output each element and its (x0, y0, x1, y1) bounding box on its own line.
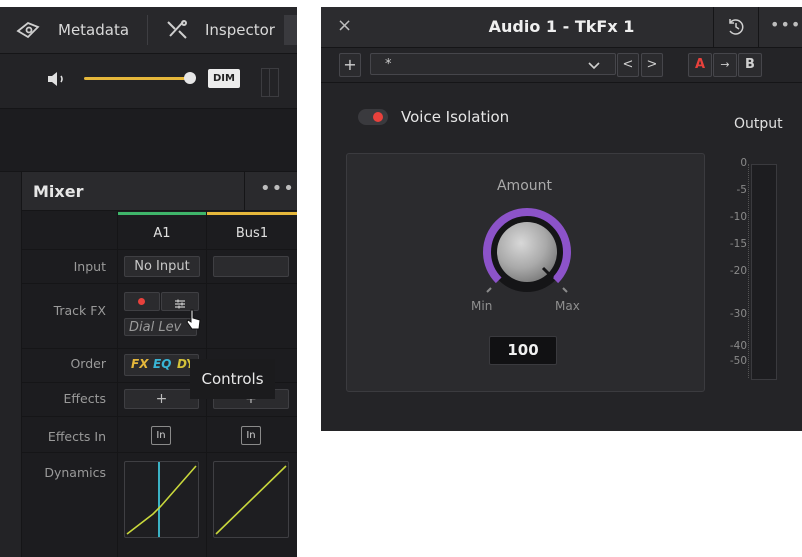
mixer-more-button[interactable]: ••• (260, 178, 295, 199)
preset-toolbar: + * < > A → B (321, 48, 802, 83)
divider (244, 172, 245, 210)
voice-isolation-label: Voice Isolation (401, 108, 510, 126)
divider (758, 7, 759, 47)
effects-in-a1[interactable]: In (151, 426, 171, 445)
amount-label: Amount (496, 178, 552, 194)
next-preset-button[interactable]: > (641, 53, 663, 77)
mini-meter (261, 68, 279, 97)
tab-metadata[interactable]: Metadata (58, 21, 129, 39)
meter-tick-line (748, 164, 751, 378)
fx-active-dot (138, 298, 145, 305)
reset-icon[interactable] (725, 16, 747, 42)
monitor-volume-row: DIM (0, 54, 297, 109)
sliders-icon (173, 295, 187, 314)
dim-button[interactable]: DIM (208, 69, 240, 88)
meter-scale-40: -40 (729, 340, 747, 352)
order-tag-eq: EQ (153, 357, 172, 371)
prev-preset-button[interactable]: < (617, 53, 639, 77)
plugin-more-button[interactable]: ••• (770, 15, 801, 34)
channel-name-bus1: Bus1 (235, 226, 269, 241)
row-label-input: Input (73, 259, 106, 274)
add-effect-a1[interactable]: + (124, 389, 199, 409)
empty-area (0, 109, 297, 172)
divider (713, 7, 714, 47)
meter-scale-20: -20 (729, 265, 747, 277)
meter-scale-10: -10 (729, 211, 747, 223)
mixer-panel: Metadata Inspector DIM Mixer ••• A1 Bus1… (0, 7, 297, 557)
meter-scale-50: -50 (729, 355, 747, 367)
volume-slider-track[interactable] (84, 77, 190, 80)
tab-overflow (284, 15, 297, 45)
mixer-title: Mixer (33, 182, 84, 201)
copy-a-to-b-button[interactable]: → (713, 53, 737, 77)
amount-knob[interactable] (467, 202, 587, 302)
output-label: Output (734, 116, 783, 132)
dynamics-graph-bus1[interactable] (213, 461, 289, 538)
order-tag-fx: FX (131, 357, 149, 371)
row-label-track-fx: Track FX (53, 303, 106, 318)
row-label-order: Order (70, 356, 106, 371)
row-label-effects: Effects (63, 391, 107, 406)
meter-scale-15: -15 (729, 238, 747, 250)
row-label-effects-in: Effects In (47, 429, 106, 444)
row-divider (22, 452, 297, 453)
plugin-title-bar: × Audio 1 - TkFx 1 ••• (321, 7, 802, 48)
order-selector[interactable]: FX EQ DY (124, 354, 199, 376)
volume-slider-knob[interactable] (184, 72, 196, 84)
meter-scale-5: -5 (736, 184, 747, 196)
left-strip (0, 172, 22, 557)
effects-in-bus1[interactable]: In (241, 426, 261, 445)
output-meter (751, 164, 777, 380)
channel-name-a1: A1 (153, 226, 171, 241)
a1-color-bar (118, 212, 206, 215)
mixer-header: Mixer ••• (22, 172, 297, 211)
controls-tooltip: Controls (190, 359, 275, 399)
row-divider (22, 249, 297, 250)
compare-a-button[interactable]: A (688, 53, 712, 77)
chevron-down-icon (587, 54, 601, 84)
row-label-dynamics: Dynamics (44, 465, 106, 480)
metadata-icon[interactable] (14, 19, 42, 45)
meter-scale-0: 0 (740, 157, 747, 169)
knob-max-label: Max (555, 299, 580, 313)
bus1-color-bar (207, 212, 297, 215)
cursor-icon (186, 308, 202, 336)
meter-scale-30: -30 (729, 308, 747, 320)
plugin-window: × Audio 1 - TkFx 1 ••• + * < > A → B Voi… (321, 7, 802, 431)
voice-isolation-indicator (373, 112, 383, 122)
add-preset-button[interactable]: + (339, 53, 361, 77)
divider (147, 15, 148, 45)
preset-name: * (385, 57, 392, 72)
dynamics-graph-a1[interactable] (124, 461, 199, 538)
tab-inspector[interactable]: Inspector (205, 21, 275, 39)
inspector-icon[interactable] (165, 19, 189, 45)
row-divider (22, 348, 297, 349)
panel-tab-bar: Metadata Inspector (0, 7, 297, 54)
compare-b-button[interactable]: B (738, 53, 762, 77)
fx-bypass-button[interactable] (124, 292, 160, 311)
amount-value-field[interactable]: 100 (489, 336, 557, 365)
row-divider (22, 416, 297, 417)
input-select-bus1[interactable] (213, 256, 289, 277)
row-divider (22, 283, 297, 284)
preset-dropdown[interactable]: * (370, 53, 616, 75)
knob-min-label: Min (471, 299, 493, 313)
speaker-icon[interactable] (46, 69, 70, 93)
input-select-a1[interactable]: No Input (124, 256, 200, 277)
